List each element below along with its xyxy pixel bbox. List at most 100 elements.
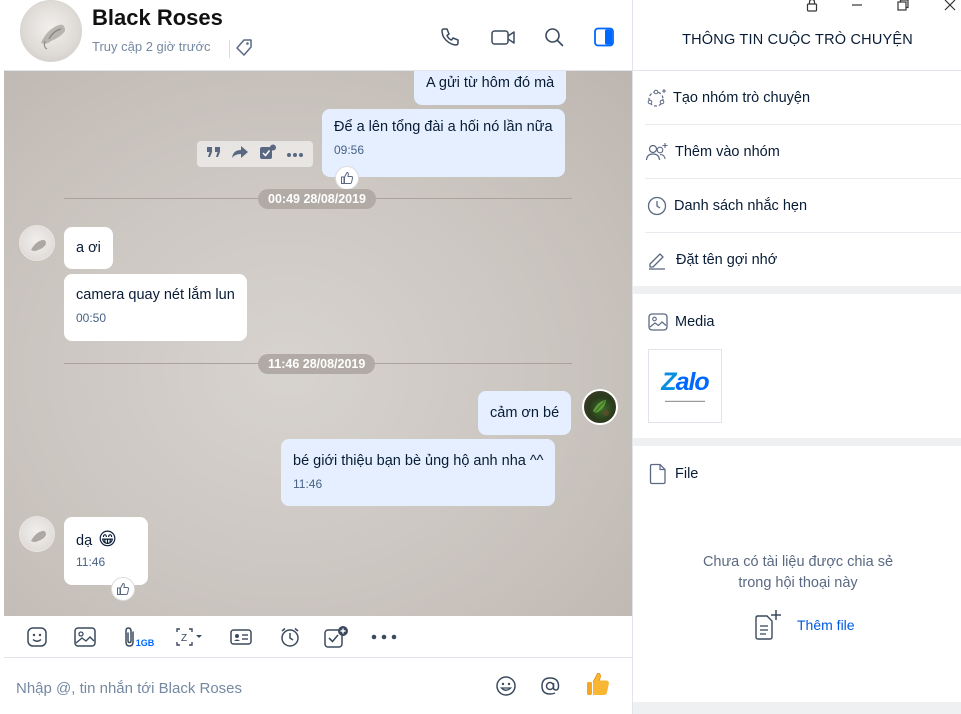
message-text: bé giới thiệu bạn bè ủng hộ anh nha ^^: [293, 453, 544, 469]
empty-files-message: Chưa có tài liệu được chia sẻ trong hội …: [693, 552, 903, 594]
contact-avatar-small[interactable]: [19, 516, 55, 552]
add-file-icon: [753, 608, 785, 642]
quick-like-send-button[interactable]: [582, 668, 614, 700]
thumbs-up-icon: [117, 582, 130, 595]
message-time: 11:46: [76, 555, 106, 569]
file-section-header[interactable]: File: [647, 463, 698, 485]
message-text: dạ: [76, 533, 93, 549]
empty-files-line: trong hội thoại này: [738, 575, 858, 591]
zalo-chat-window: Black Roses Truy cập 2 giờ trước A gửi t…: [0, 0, 961, 714]
menu-label: Tạo nhóm trò chuyện: [673, 89, 811, 106]
message-text: a ơi: [76, 240, 101, 256]
search-messages-button[interactable]: [541, 24, 567, 50]
more-icon: [371, 634, 397, 640]
contact-avatar[interactable]: [20, 0, 82, 62]
add-task-icon[interactable]: [259, 144, 277, 165]
send-contact-card-button[interactable]: [228, 624, 254, 650]
mention-button[interactable]: [536, 672, 564, 700]
svg-text:Z: Z: [181, 633, 187, 644]
sticker-button[interactable]: [24, 624, 50, 650]
message-bubble-received[interactable]: camera quay nét lắm lun 00:50: [64, 274, 247, 341]
like-reaction-button[interactable]: [111, 577, 135, 601]
video-call-button[interactable]: [490, 24, 516, 50]
add-to-group-icon: [645, 140, 669, 164]
message-bubble-received[interactable]: a ơi: [64, 227, 113, 269]
pin-window-button[interactable]: [801, 0, 823, 14]
last-seen-status: Truy cập 2 giờ trước: [92, 39, 211, 54]
toggle-info-panel-button[interactable]: [591, 24, 617, 50]
reminder-button[interactable]: [277, 624, 303, 650]
task-check-icon: [324, 626, 348, 648]
attach-file-button[interactable]: 1GB: [120, 624, 156, 650]
menu-label: Thêm vào nhóm: [675, 143, 780, 160]
voice-call-button[interactable]: [437, 24, 463, 50]
date-divider-label: 11:46 28/08/2019: [258, 354, 376, 374]
contact-avatar-small[interactable]: [19, 225, 55, 261]
video-camera-icon: [491, 30, 515, 45]
contact-name[interactable]: Black Roses: [92, 5, 223, 31]
thumbs-up-icon: [587, 673, 609, 695]
message-time: 09:56: [334, 143, 365, 157]
message-bubble-sent[interactable]: bé giới thiệu bạn bè ủng hộ anh nha ^^ 1…: [281, 439, 556, 506]
lock-icon: [806, 0, 818, 12]
message-list[interactable]: A gửi từ hôm đó mà Để a lên tổng đài a h…: [4, 71, 632, 616]
more-options-icon[interactable]: [286, 145, 304, 163]
phone-icon: [441, 28, 459, 46]
at-sign-icon: [541, 677, 560, 695]
menu-item-set-nickname[interactable]: Đặt tên gợi nhớ: [645, 233, 961, 287]
message-action-bar: [197, 141, 313, 167]
file-title: File: [675, 466, 699, 482]
section-separator: [633, 702, 961, 714]
minimize-button[interactable]: [846, 0, 868, 14]
pencil-icon: [645, 248, 669, 272]
media-title: Media: [675, 314, 715, 330]
message-bubble-sent[interactable]: A gửi từ hôm đó mà: [414, 71, 567, 105]
menu-label: Danh sách nhắc hẹn: [674, 197, 808, 214]
message-bubble-received[interactable]: dạ 😁 11:46: [64, 517, 148, 585]
message-text: Để a lên tổng đài a hối nó lần nữa: [334, 119, 553, 135]
add-file-label: Thêm file: [797, 617, 855, 633]
restore-button[interactable]: [892, 0, 914, 14]
assign-task-button[interactable]: [322, 624, 350, 650]
message-text: cảm ơn bé: [490, 405, 560, 421]
message-text: camera quay nét lắm lun: [76, 287, 235, 303]
thumb-caption-decoration: ▬▬▬▬▬▬▬▬▬▬: [665, 398, 705, 403]
panel-title: THÔNG TIN CUỘC TRÒ CHUYỆN: [682, 32, 913, 48]
send-image-button[interactable]: [72, 624, 98, 650]
menu-item-reminders[interactable]: Danh sách nhắc hẹn: [645, 179, 961, 233]
date-divider-label: 00:49 28/08/2019: [258, 189, 377, 209]
tag-icon[interactable]: [233, 36, 255, 58]
emoji-picker-button[interactable]: [492, 672, 520, 700]
quote-reply-icon[interactable]: [206, 145, 222, 164]
sticker-icon: [27, 627, 47, 647]
thumbs-up-icon: [341, 171, 354, 184]
chat-header: Black Roses Truy cập 2 giờ trước: [4, 0, 632, 71]
media-section-header[interactable]: Media: [647, 311, 715, 333]
screenshot-icon: Z: [176, 628, 202, 646]
close-window-button[interactable]: [939, 0, 961, 14]
own-avatar[interactable]: [582, 389, 618, 425]
create-group-icon: [645, 86, 669, 110]
media-thumbnail[interactable]: Zalo ▬▬▬▬▬▬▬▬▬▬: [648, 349, 722, 423]
add-file-button[interactable]: Thêm file: [753, 608, 855, 642]
zalo-logo: Zalo: [661, 368, 709, 396]
message-bubble-sent[interactable]: cảm ơn bé: [478, 391, 572, 435]
menu-label: Đặt tên gợi nhớ: [676, 252, 778, 268]
message-time: 11:46: [293, 477, 323, 491]
image-icon: [74, 627, 96, 647]
image-icon: [647, 311, 669, 333]
section-separator: [633, 438, 961, 446]
message-bubble-sent[interactable]: Để a lên tổng đài a hối nó lần nữa 09:56: [322, 109, 565, 177]
like-reaction-button[interactable]: [335, 166, 359, 190]
header-separator: [229, 40, 230, 58]
message-text: A gửi từ hôm đó mà: [426, 75, 555, 91]
screenshot-button[interactable]: Z: [169, 624, 209, 650]
menu-item-add-to-group[interactable]: Thêm vào nhóm: [645, 125, 961, 179]
message-input[interactable]: [16, 676, 476, 700]
menu-item-create-group[interactable]: Tạo nhóm trò chuyện: [645, 71, 961, 125]
grinning-emoji: 😁: [98, 529, 117, 549]
more-tools-button[interactable]: [370, 624, 398, 650]
empty-files-line: Chưa có tài liệu được chia sẻ: [702, 554, 894, 570]
document-icon: [647, 463, 669, 485]
forward-icon[interactable]: [231, 145, 249, 164]
